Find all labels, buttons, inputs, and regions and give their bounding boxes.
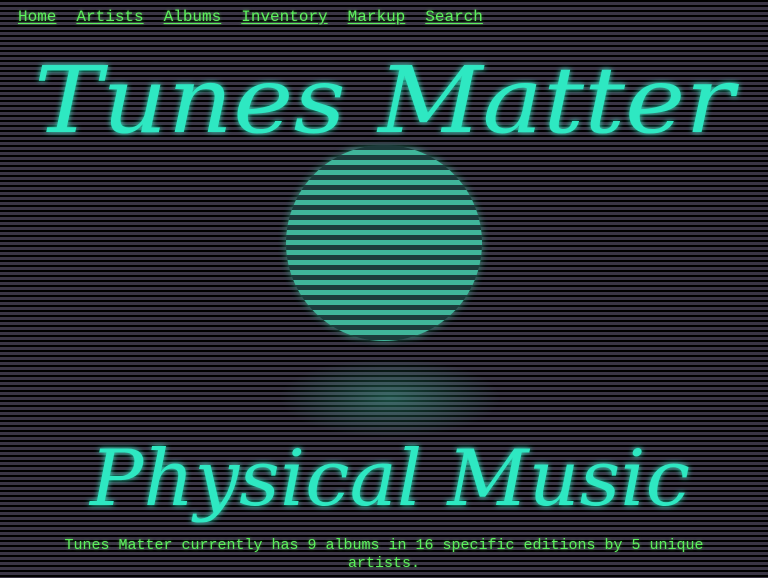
nav-link-markup[interactable]: Markup bbox=[348, 8, 406, 26]
nav-link-search[interactable]: Search bbox=[425, 8, 483, 26]
nav-link-artists[interactable]: Artists bbox=[76, 8, 143, 26]
main-nav: Home Artists Albums Inventory Markup Sea… bbox=[18, 8, 483, 26]
nav-link-albums[interactable]: Albums bbox=[164, 8, 222, 26]
hero-artwork: Tunes Matter Physical Music bbox=[34, 47, 740, 524]
nav-link-inventory[interactable]: Inventory bbox=[241, 8, 327, 26]
sun-reflection bbox=[280, 358, 500, 438]
nav-link-home[interactable]: Home bbox=[18, 8, 56, 26]
collection-summary: Tunes Matter currently has 9 albums in 1… bbox=[64, 537, 704, 572]
sun-graphic bbox=[286, 145, 482, 341]
hero-title: Tunes Matter bbox=[34, 47, 740, 154]
hero-subtitle: Physical Music bbox=[88, 434, 690, 524]
